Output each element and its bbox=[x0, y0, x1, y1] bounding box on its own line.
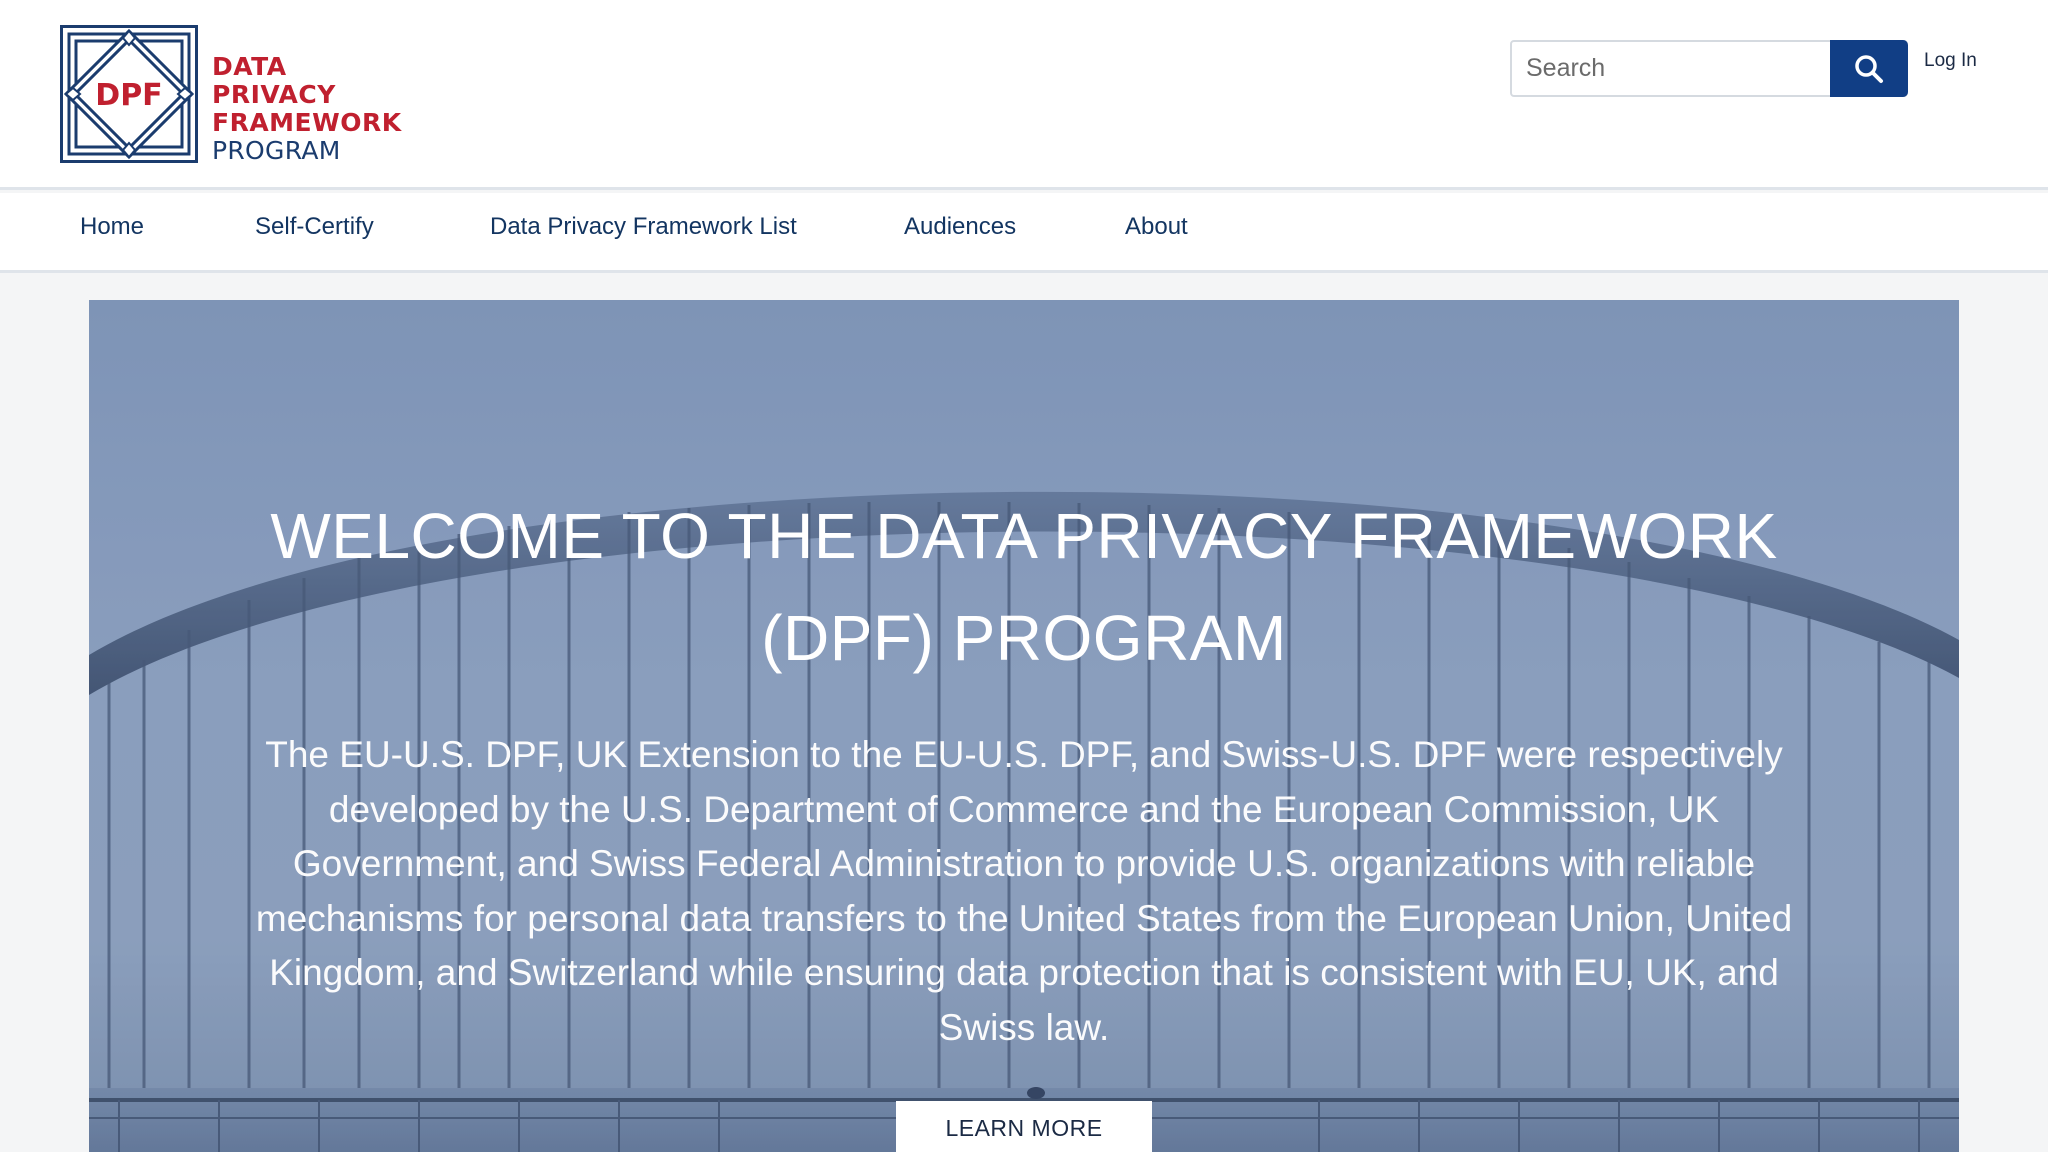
nav-item-self-certify[interactable]: Self-Certify bbox=[255, 213, 374, 241]
learn-more-button[interactable]: LEARN MORE bbox=[896, 1101, 1152, 1152]
logo-line-3: PROGRAM bbox=[212, 136, 341, 165]
hero-description: The EU-U.S. DPF, UK Extension to the EU-… bbox=[255, 734, 1793, 1048]
login-link[interactable]: Log In bbox=[1924, 50, 1977, 72]
dpf-logo-mark: DPF bbox=[60, 25, 198, 163]
nav-item-audiences[interactable]: Audiences bbox=[904, 213, 1016, 241]
nav-item-dpf-list[interactable]: Data Privacy Framework List bbox=[490, 213, 797, 241]
hero-banner: WELCOME TO THE DATA PRIVACY FRAMEWORK (D… bbox=[89, 300, 1959, 1152]
nav-item-home[interactable]: Home bbox=[80, 213, 144, 241]
hero-title: WELCOME TO THE DATA PRIVACY FRAMEWORK (D… bbox=[270, 500, 1778, 674]
site-header: DPF DATA PRIVACY FRAMEWORK PROGRAM Log I… bbox=[0, 0, 2048, 190]
search-icon bbox=[1855, 54, 1883, 83]
logo-mark-text: DPF bbox=[95, 78, 162, 113]
search-button[interactable] bbox=[1830, 40, 1908, 97]
main-nav: Home Self-Certify Data Privacy Framework… bbox=[0, 193, 2048, 273]
dpf-logo[interactable]: DPF DATA PRIVACY FRAMEWORK PROGRAM bbox=[60, 25, 402, 165]
nav-item-about[interactable]: About bbox=[1125, 213, 1188, 241]
logo-wordmark: DATA PRIVACY FRAMEWORK PROGRAM bbox=[212, 53, 402, 165]
logo-line-2: FRAMEWORK bbox=[212, 108, 402, 137]
logo-line-1: DATA PRIVACY bbox=[212, 52, 336, 109]
